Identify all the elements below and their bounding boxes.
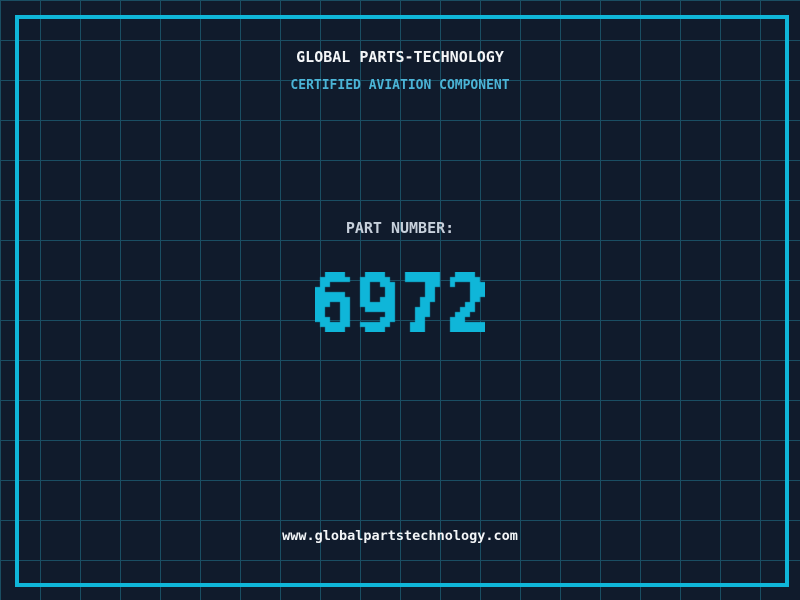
part-number-display: 6972 bbox=[0, 272, 800, 332]
company-title: GLOBAL PARTS-TECHNOLOGY bbox=[296, 48, 504, 66]
certification-subtitle: CERTIFIED AVIATION COMPONENT bbox=[290, 78, 510, 93]
website-url: www.globalpartstechnology.com bbox=[282, 528, 518, 544]
label-screen: GLOBAL PARTS-TECHNOLOGY CERTIFIED AVIATI… bbox=[0, 0, 800, 600]
part-number-pixel-canvas bbox=[315, 272, 485, 332]
part-number-label: PART NUMBER: bbox=[345, 219, 455, 237]
